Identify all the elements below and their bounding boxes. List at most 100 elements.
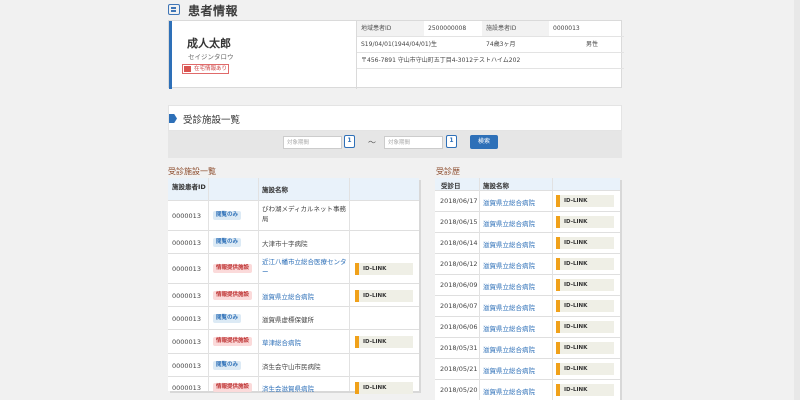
id-link-button[interactable]: ID-LINK xyxy=(556,216,614,228)
search-button[interactable]: 検索 xyxy=(470,135,498,149)
facility-name: びわ湖メディカルネット事務局 xyxy=(262,205,347,223)
history-facility-link[interactable]: 滋賀県立総合病院 xyxy=(483,218,535,228)
table-row: 2018/05/20 滋賀県立総合病院 ID-LINK xyxy=(435,379,620,400)
id-link-button[interactable]: ID-LINK xyxy=(556,279,614,291)
page-title: 患者情報 xyxy=(188,4,239,18)
patient-name: 成人太郎 xyxy=(187,37,231,50)
col-facility-name: 施設名称 xyxy=(262,186,288,194)
column-divider xyxy=(552,178,553,400)
id-link-button[interactable]: ID-LINK xyxy=(556,384,614,396)
id-link-button[interactable]: ID-LINK xyxy=(556,363,614,375)
facility-name-link[interactable]: 滋賀県立総合病院 xyxy=(262,292,347,302)
facility-table-header: 施設患者ID 施設名称 xyxy=(168,178,419,200)
id-link-button[interactable]: ID-LINK xyxy=(355,263,413,275)
patient-card-icon xyxy=(168,4,180,15)
history-facility-link[interactable]: 滋賀県立総合病院 xyxy=(483,302,535,312)
facility-name: 済生会守山市民病院 xyxy=(262,363,321,371)
section-tag-icon xyxy=(169,114,177,123)
table-row: 0000013 閲覧のみ 滋賀県虚標保健所 xyxy=(168,306,419,329)
table-row: 2018/06/14 滋賀県立総合病院 ID-LINK xyxy=(435,232,620,253)
table-row: 0000013 情報提供施設 滋賀県立総合病院 ID-LINK xyxy=(168,283,419,306)
history-facility-link[interactable]: 滋賀県立総合病院 xyxy=(483,386,535,396)
column-divider xyxy=(258,178,259,391)
access-type-badge: 閲覧のみ xyxy=(213,211,242,220)
id-link-button[interactable]: ID-LINK xyxy=(556,321,614,333)
home-care-badge: 在宅情報あり xyxy=(182,64,229,74)
badge-label: 在宅情報あり xyxy=(194,66,228,72)
visit-date: 2018/05/20 xyxy=(440,386,478,394)
history-facility-link[interactable]: 滋賀県立総合病院 xyxy=(483,197,535,207)
visit-date: 2018/06/15 xyxy=(440,218,478,226)
table-row: 2018/06/17 滋賀県立総合病院 ID-LINK xyxy=(435,190,620,211)
access-type-badge: 情報提供施設 xyxy=(213,337,253,346)
access-type-badge: 情報提供施設 xyxy=(213,264,253,273)
id-link-button[interactable]: ID-LINK xyxy=(556,300,614,312)
column-divider xyxy=(208,178,209,391)
facility-patient-id: 0000013 xyxy=(172,362,201,370)
column-divider xyxy=(349,178,350,391)
facility-id-value: 0000013 xyxy=(553,25,580,32)
visit-date: 2018/06/17 xyxy=(440,197,478,205)
id-link-button[interactable]: ID-LINK xyxy=(556,342,614,354)
facility-patient-id: 0000013 xyxy=(172,212,201,220)
calendar-from-icon[interactable]: 1 xyxy=(344,135,355,148)
history-facility-link[interactable]: 滋賀県立総合病院 xyxy=(483,344,535,354)
facility-name-link[interactable]: 済生会滋賀県病院 xyxy=(262,384,347,394)
patient-kana: セイジンタロウ xyxy=(188,53,234,61)
history-facility-link[interactable]: 滋賀県立総合病院 xyxy=(483,260,535,270)
history-facility-link[interactable]: 滋賀県立総合病院 xyxy=(483,365,535,375)
id-link-button[interactable]: ID-LINK xyxy=(556,195,614,207)
house-icon xyxy=(184,66,191,72)
section-header: 受診施設一覧 xyxy=(168,105,622,131)
history-title: 受診歴 xyxy=(436,167,460,176)
visit-date: 2018/05/31 xyxy=(440,344,478,352)
facility-patient-id: 0000013 xyxy=(172,384,201,392)
id-link-button[interactable]: ID-LINK xyxy=(355,290,413,302)
col-history-facility: 施設名称 xyxy=(483,182,509,190)
date-to-input[interactable] xyxy=(384,136,443,149)
column-divider xyxy=(479,178,480,400)
calendar-to-icon[interactable]: 1 xyxy=(446,135,457,148)
section-title: 受診施設一覧 xyxy=(183,115,241,126)
access-type-badge: 閲覧のみ xyxy=(213,238,242,247)
history-facility-link[interactable]: 滋賀県立総合病院 xyxy=(483,281,535,291)
age: 74歳3ヶ月 xyxy=(486,41,516,48)
facility-patient-id: 0000013 xyxy=(172,338,201,346)
history-table-header: 受診日 施設名称 xyxy=(435,178,620,190)
table-row: 2018/06/07 滋賀県立総合病院 ID-LINK xyxy=(435,295,620,316)
sex: 男性 xyxy=(586,41,599,48)
visit-date: 2018/05/21 xyxy=(440,365,478,373)
table-row: 2018/06/09 滋賀県立総合病院 ID-LINK xyxy=(435,274,620,295)
date-from-input[interactable] xyxy=(283,136,342,149)
access-type-badge: 情報提供施設 xyxy=(213,383,253,392)
facility-name-link[interactable]: 草津総合病院 xyxy=(262,338,347,348)
id-link-button[interactable]: ID-LINK xyxy=(556,237,614,249)
patient-card: 成人太郎 セイジンタロウ 在宅情報あり 地域患者ID 2500000008 施設… xyxy=(168,20,624,89)
id-link-button[interactable]: ID-LINK xyxy=(355,336,413,348)
history-facility-link[interactable]: 滋賀県立総合病院 xyxy=(483,239,535,249)
page-header: 患者情報 xyxy=(168,0,628,20)
access-type-badge: 情報提供施設 xyxy=(213,291,253,300)
visit-date: 2018/06/06 xyxy=(440,323,478,331)
id-link-button[interactable]: ID-LINK xyxy=(556,258,614,270)
facility-table: 施設患者ID 施設名称 0000013 閲覧のみ びわ湖メディカルネット事務局 000… xyxy=(168,178,419,394)
table-row: 0000013 閲覧のみ 済生会守山市民病院 xyxy=(168,353,419,376)
filter-bar: 1 〜 1 検索 xyxy=(168,131,622,158)
table-row: 0000013 情報提供施設 近江八幡市立総合医療センター ID-LINK xyxy=(168,253,419,283)
table-row: 0000013 情報提供施設 草津総合病院 ID-LINK xyxy=(168,329,419,353)
facility-patient-id: 0000013 xyxy=(172,315,201,323)
visit-date: 2018/06/07 xyxy=(440,302,478,310)
facility-patient-id: 0000013 xyxy=(172,239,201,247)
table-row: 0000013 閲覧のみ 大津市十字病院 xyxy=(168,230,419,253)
table-row: 2018/05/21 滋賀県立総合病院 ID-LINK xyxy=(435,358,620,379)
patient-info-grid: 地域患者ID 2500000008 施設患者ID 0000013 S19/04/… xyxy=(356,21,624,89)
table-row: 0000013 閲覧のみ びわ湖メディカルネット事務局 xyxy=(168,200,419,230)
range-tilde: 〜 xyxy=(368,138,376,147)
history-table: 受診日 施設名称 2018/06/17 滋賀県立総合病院 ID-LINK 2018/0… xyxy=(435,178,620,400)
history-facility-link[interactable]: 滋賀県立総合病院 xyxy=(483,323,535,333)
scrollbar[interactable] xyxy=(794,0,800,400)
table-row: 2018/06/06 滋賀県立総合病院 ID-LINK xyxy=(435,316,620,337)
id-link-button[interactable]: ID-LINK xyxy=(355,382,413,394)
facility-name-link[interactable]: 近江八幡市立総合医療センター xyxy=(262,257,347,277)
visit-date: 2018/06/09 xyxy=(440,281,478,289)
